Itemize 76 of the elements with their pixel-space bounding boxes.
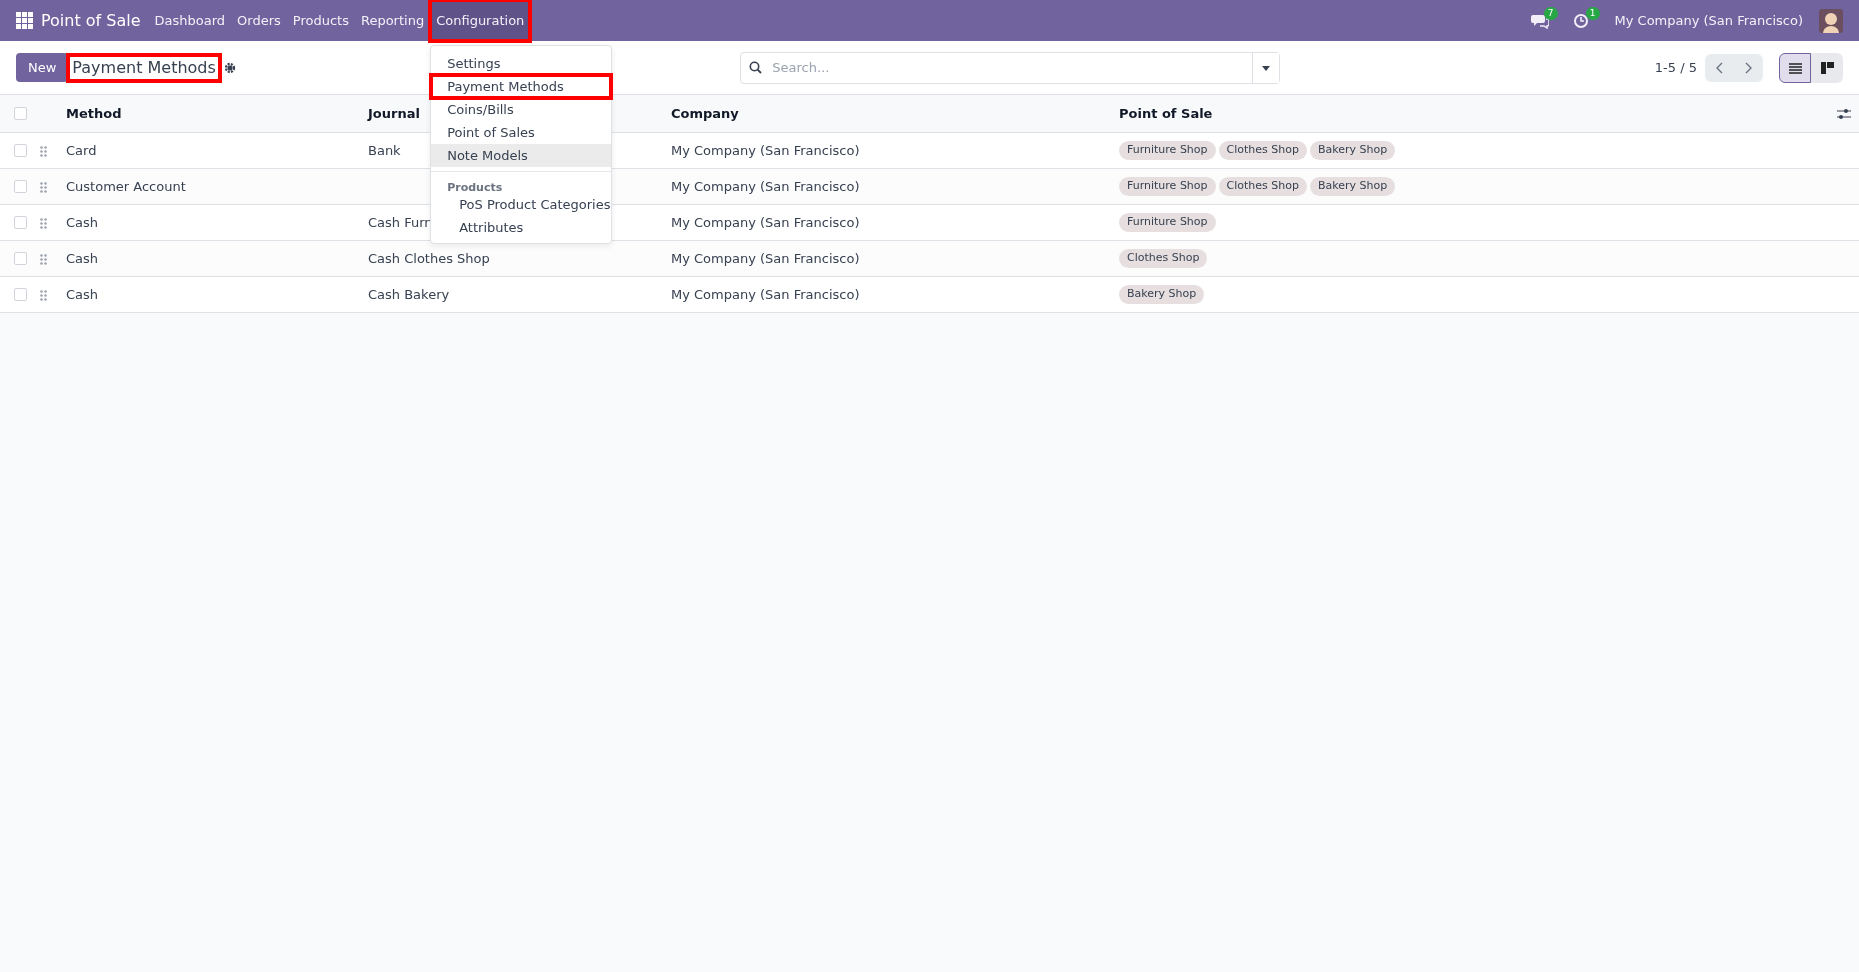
previous-page-button[interactable]: [1705, 53, 1734, 82]
pos-tag: Clothes Shop: [1218, 141, 1307, 160]
apps-menu-icon[interactable]: [16, 12, 33, 29]
pos-tag: Clothes Shop: [1119, 249, 1208, 268]
drag-handle-icon[interactable]: [40, 217, 47, 229]
gear-icon[interactable]: [223, 61, 236, 74]
table-cell: Card: [66, 142, 97, 158]
clock-icon[interactable]: [1572, 13, 1591, 30]
nav-menu-item[interactable]: Configuration: [430, 0, 531, 41]
select-all-checkbox[interactable]: [14, 107, 27, 120]
table-cell: Cash: [66, 250, 99, 266]
pager-value: 1-5 / 5: [1654, 58, 1697, 77]
table-cell: Cash Clothes Shop: [368, 250, 490, 266]
nav-menu-item[interactable]: Products: [286, 0, 355, 41]
search-field[interactable]: Search...: [770, 56, 1253, 79]
page-title: Payment Methods: [68, 54, 220, 81]
next-page-button[interactable]: [1734, 53, 1763, 82]
pos-tag: Bakery Shop: [1310, 177, 1396, 196]
avatar-icon: [1819, 8, 1843, 33]
activity-count: 1: [1585, 6, 1600, 20]
table-cell: Cash: [66, 286, 99, 302]
column-header[interactable]: Point of Sale: [1119, 105, 1213, 121]
dropdown-item[interactable]: Point of Sales: [431, 121, 612, 144]
dropdown-item[interactable]: Settings: [431, 52, 612, 75]
dropdown-item[interactable]: Attributes: [431, 216, 612, 239]
list-icon: [1788, 62, 1802, 74]
search-options-toggle[interactable]: [1252, 52, 1280, 83]
dropdown-item[interactable]: PoS Product Categories: [431, 193, 612, 216]
caret-icon: [1262, 65, 1271, 71]
pos-tag: Bakery Shop: [1310, 141, 1396, 160]
pos-tag: Bakery Shop: [1119, 285, 1205, 304]
company-switcher[interactable]: My Company (San Francisco): [1614, 10, 1803, 31]
row-checkbox[interactable]: [14, 288, 27, 301]
pos-tag: Clothes Shop: [1218, 177, 1307, 196]
pos-tag: Furniture Shop: [1119, 141, 1216, 160]
nav-menu-item[interactable]: Dashboard: [148, 0, 232, 41]
table-cell: Cash: [66, 214, 99, 230]
column-header[interactable]: Company: [671, 105, 739, 121]
row-checkbox[interactable]: [14, 252, 27, 265]
new-button[interactable]: New: [16, 52, 69, 83]
row-checkbox[interactable]: [14, 216, 27, 229]
chat-icon[interactable]: [1530, 13, 1549, 30]
drag-handle-icon[interactable]: [40, 289, 47, 301]
table-cell: Customer Account: [66, 178, 186, 194]
table-cell: My Company (San Francisco): [671, 142, 860, 158]
row-checkbox[interactable]: [14, 180, 27, 193]
nav-menu-item[interactable]: Reporting: [354, 0, 431, 41]
column-header[interactable]: Method: [66, 105, 122, 121]
table-cell: My Company (San Francisco): [671, 250, 860, 266]
table-cell: My Company (San Francisco): [671, 178, 860, 194]
kanban-icon: [1820, 62, 1834, 75]
search-bar[interactable]: Search...: [740, 51, 1281, 84]
column-header[interactable]: Journal: [368, 105, 420, 121]
drag-handle-icon[interactable]: [40, 181, 47, 193]
app-name[interactable]: Point of Sale: [41, 8, 141, 33]
dropdown-item[interactable]: Payment Methods: [431, 75, 612, 98]
chevron-left-icon: [1715, 62, 1724, 75]
drag-handle-icon[interactable]: [40, 145, 47, 157]
search-icon: [749, 61, 763, 74]
optional-columns-icon[interactable]: [1837, 107, 1851, 120]
nav-menu-item[interactable]: Orders: [231, 0, 287, 41]
table-cell: My Company (San Francisco): [671, 214, 860, 230]
table-cell: Bank: [368, 142, 401, 158]
dropdown-item[interactable]: Coins/Bills: [431, 98, 612, 121]
pos-tag: Furniture Shop: [1119, 213, 1216, 232]
table-cell: My Company (San Francisco): [671, 286, 860, 302]
dropdown-item[interactable]: Note Models: [431, 144, 612, 167]
chevron-right-icon: [1744, 62, 1753, 75]
drag-handle-icon[interactable]: [40, 253, 47, 265]
kanban-view-button[interactable]: [1811, 52, 1843, 83]
pos-tag: Furniture Shop: [1119, 177, 1216, 196]
message-count: 7: [1543, 6, 1558, 20]
menu-section-header: Products: [431, 171, 612, 193]
row-checkbox[interactable]: [14, 144, 27, 157]
list-view-button[interactable]: [1779, 52, 1811, 83]
table-cell: Cash Bakery: [368, 286, 450, 302]
